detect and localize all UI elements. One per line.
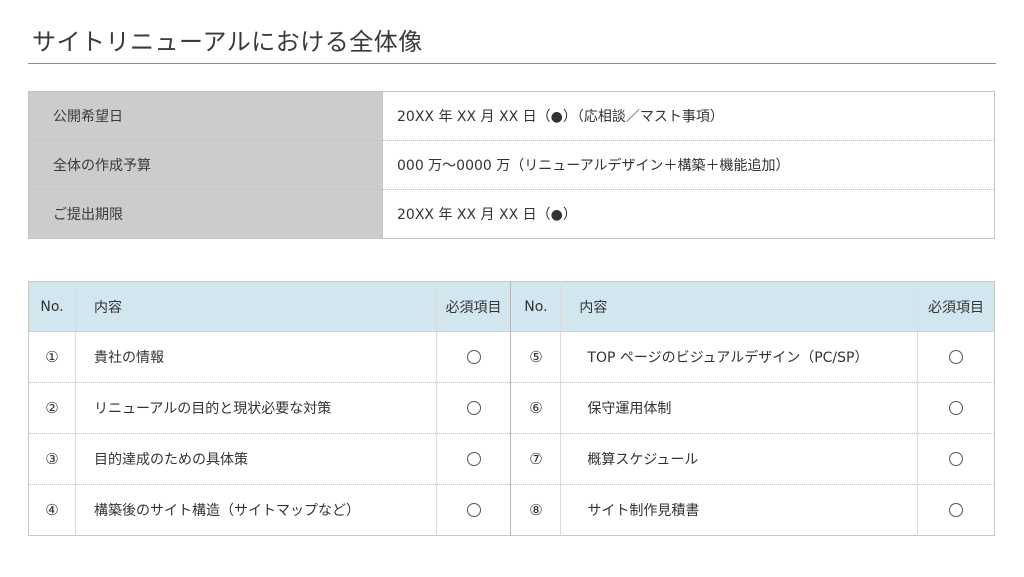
summary-row-budget: 全体の作成予算 000 万〜0000 万（リニューアルデザイン＋構築＋機能追加） [28,140,995,190]
item-number: ④ [28,484,76,536]
item-number: ⑧ [510,484,561,536]
required-cell [917,433,995,485]
required-cell [917,382,995,434]
required-cell [435,433,511,485]
item-content: 構築後のサイト構造（サイトマップなど） [74,484,437,536]
header-required-right: 必須項目 [917,281,995,332]
circle-mark-icon [466,401,481,415]
checklist-table: No. 内容 必須項目 No. 内容 必須項目 ① 貴社の情報 ⑤ TOP ペー… [28,281,995,536]
circle-mark-icon [466,350,481,364]
header-no-right: No. [510,281,561,332]
summary-label: ご提出期限 [28,189,383,239]
item-content: 貴社の情報 [74,331,437,383]
table-row: ③ 目的達成のための具体策 ⑦ 概算スケジュール [28,433,995,485]
summary-row-deadline: ご提出期限 20XX 年 XX 月 XX 日（●） [28,189,995,239]
summary-row-release-date: 公開希望日 20XX 年 XX 月 XX 日（●）（応相談／マスト事項） [28,91,995,141]
item-content: 保守運用体制 [560,382,918,434]
item-content: 目的達成のための具体策 [74,433,437,485]
required-cell [435,331,511,383]
circle-mark-icon [466,452,481,466]
circle-mark-icon [949,401,964,415]
summary-label: 全体の作成予算 [28,140,383,190]
table-row: ④ 構築後のサイト構造（サイトマップなど） ⑧ サイト制作見積書 [28,484,995,536]
item-number: ⑤ [510,331,561,383]
header-no-left: No. [28,281,76,332]
header-content-right: 内容 [560,281,918,332]
title-divider [28,63,996,64]
header-content-left: 内容 [74,281,437,332]
summary-value: 000 万〜0000 万（リニューアルデザイン＋構築＋機能追加） [382,140,995,190]
item-number: ① [28,331,76,383]
header-required-left: 必須項目 [435,281,511,332]
item-number: ⑥ [510,382,561,434]
required-cell [435,484,511,536]
required-cell [435,382,511,434]
summary-label: 公開希望日 [28,91,383,141]
summary-table: 公開希望日 20XX 年 XX 月 XX 日（●）（応相談／マスト事項） 全体の… [28,91,995,239]
item-content: TOP ページのビジュアルデザイン（PC/SP） [560,331,918,383]
page-title: サイトリニューアルにおける全体像 [32,28,423,56]
circle-mark-icon [949,350,964,364]
circle-mark-icon [949,452,964,466]
checklist-header-row: No. 内容 必須項目 No. 内容 必須項目 [28,281,995,332]
table-row: ② リニューアルの目的と現状必要な対策 ⑥ 保守運用体制 [28,382,995,434]
required-cell [917,484,995,536]
summary-value: 20XX 年 XX 月 XX 日（●） [382,189,995,239]
item-content: 概算スケジュール [560,433,918,485]
summary-value: 20XX 年 XX 月 XX 日（●）（応相談／マスト事項） [382,91,995,141]
circle-mark-icon [949,503,964,517]
item-number: ⑦ [510,433,561,485]
circle-mark-icon [466,503,481,517]
item-number: ② [28,382,76,434]
item-number: ③ [28,433,76,485]
table-row: ① 貴社の情報 ⑤ TOP ページのビジュアルデザイン（PC/SP） [28,331,995,383]
item-content: リニューアルの目的と現状必要な対策 [74,382,437,434]
item-content: サイト制作見積書 [560,484,918,536]
required-cell [917,331,995,383]
